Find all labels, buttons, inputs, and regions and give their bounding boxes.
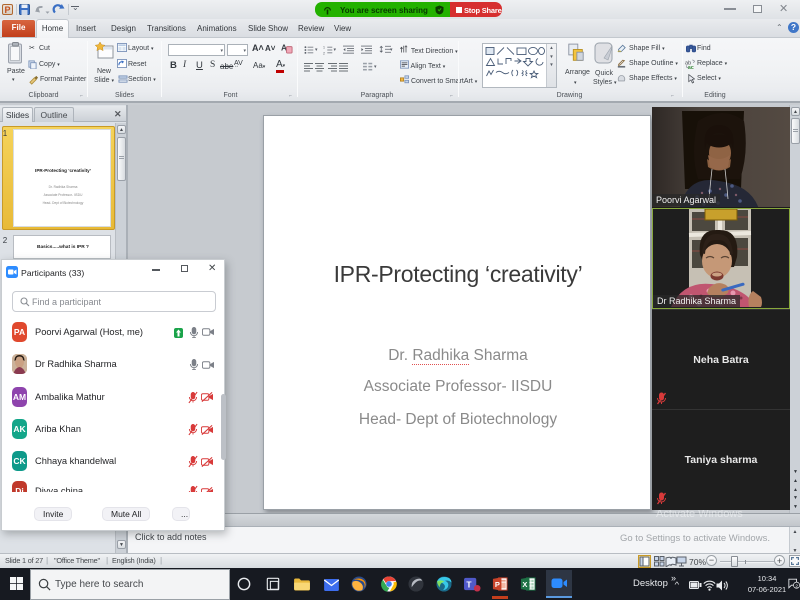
svg-text:P: P [495,580,500,589]
svg-text:2: 2 [323,51,325,55]
svg-text:2: 2 [795,583,798,588]
svg-text:X: X [522,580,527,589]
svg-text:1: 1 [323,46,325,50]
svg-text:ac: ac [688,65,694,69]
svg-text:T: T [466,579,472,589]
